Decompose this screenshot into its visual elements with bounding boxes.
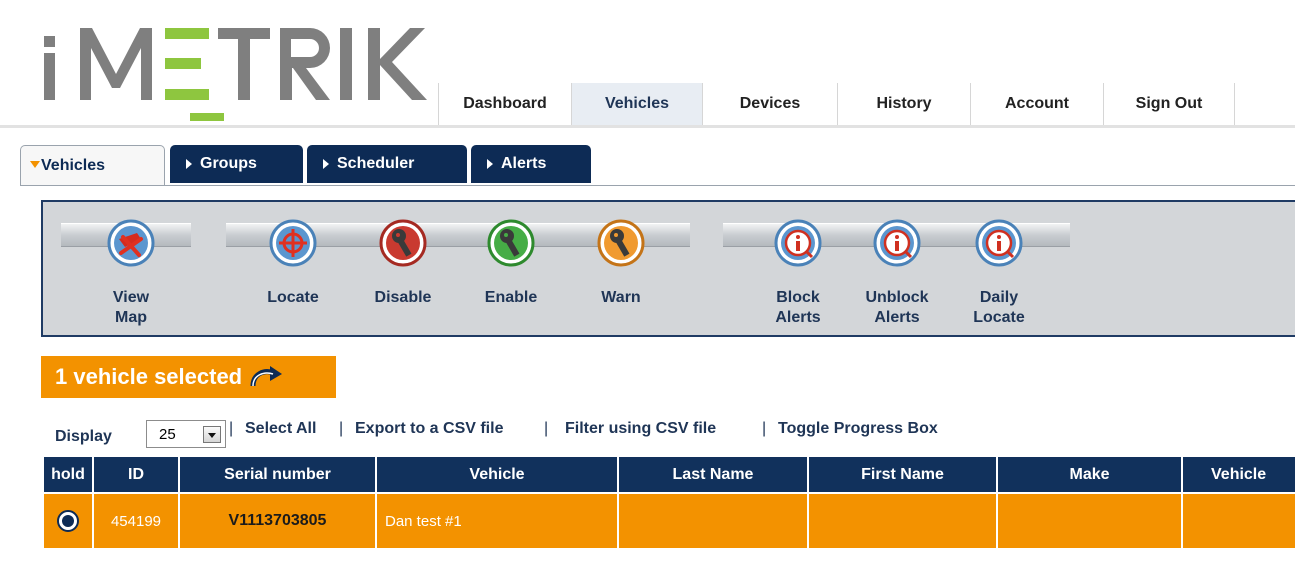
page-size-value: 25	[159, 426, 176, 443]
hold-cell[interactable]	[44, 494, 94, 548]
view-map-button[interactable]: View Map	[81, 202, 181, 339]
last-name-cell	[619, 494, 809, 548]
subtab-divider	[20, 185, 1295, 186]
unblock-alerts-label-line2: Alerts	[874, 309, 920, 326]
subtab-scheduler[interactable]: Scheduler	[307, 145, 467, 183]
view-map-label-line2: Map	[115, 309, 147, 326]
subtab-vehicles-label: Vehicles	[41, 157, 106, 174]
locate-label-line1: Locate	[267, 289, 319, 306]
disable-label-line1: Disable	[374, 289, 432, 306]
crosshair-icon	[269, 219, 317, 267]
warn-label-line1: Warn	[601, 289, 641, 306]
table-header: hold ID Serial number Vehicle Last Name …	[44, 457, 1295, 492]
imetrik-logo	[44, 28, 427, 121]
serial-cell: V1113703805	[180, 494, 377, 548]
daily-locate-button[interactable]: Daily Locate	[965, 202, 1033, 339]
selection-count-text: 1 vehicle selected	[55, 364, 243, 389]
column-header-hold[interactable]: hold	[44, 457, 94, 492]
locate-label: Locate	[243, 288, 343, 308]
view-map-label: View Map	[81, 288, 181, 328]
selection-banner[interactable]: 1 vehicle selected	[41, 356, 336, 398]
view-map-icon	[107, 219, 155, 267]
vehicle-toolbar: View Map Locate Disable Enable Warn Bloc…	[41, 200, 1295, 337]
tab-sign-out[interactable]: Sign Out	[1103, 83, 1235, 125]
tab-dashboard[interactable]: Dashboard	[438, 83, 571, 125]
column-header-make[interactable]: Make	[998, 457, 1183, 492]
filter-csv-link[interactable]: Filter using CSV file	[565, 420, 716, 438]
tab-account[interactable]: Account	[970, 83, 1103, 125]
disable-label: Disable	[353, 288, 453, 308]
daily-locate-label-line1: Daily	[979, 289, 1019, 306]
chevron-down-icon	[30, 161, 40, 168]
subtab-alerts-label: Alerts	[501, 155, 547, 172]
info-alert-icon	[774, 219, 822, 267]
chevron-down-icon[interactable]	[203, 426, 221, 443]
separator: |	[762, 420, 767, 437]
vehicle-cell: Dan test #1	[377, 494, 619, 548]
enable-label: Enable	[461, 288, 561, 308]
display-label: Display	[55, 428, 112, 445]
hold-radio[interactable]	[57, 510, 79, 532]
enable-button[interactable]: Enable	[461, 202, 561, 339]
unblock-alerts-button[interactable]: Unblock Alerts	[847, 202, 947, 339]
enable-label-line1: Enable	[484, 289, 538, 306]
make-cell	[998, 494, 1183, 548]
block-alerts-label: Block Alerts	[748, 288, 848, 328]
block-alerts-label-line1: Block	[776, 289, 820, 306]
unblock-alerts-label-line1: Unblock	[865, 289, 929, 306]
first-name-cell	[809, 494, 998, 548]
header-divider	[0, 125, 1295, 128]
warn-label: Warn	[571, 288, 671, 308]
subtab-alerts[interactable]: Alerts	[471, 145, 591, 183]
chevron-right-icon	[186, 159, 192, 169]
select-all-link[interactable]: Select All	[245, 420, 316, 438]
separator: |	[229, 420, 234, 437]
locate-button[interactable]: Locate	[243, 202, 343, 339]
daily-locate-label: Daily Locate	[965, 288, 1033, 328]
column-header-last-name[interactable]: Last Name	[619, 457, 809, 492]
info-alert-icon	[975, 219, 1023, 267]
column-header-vehicle[interactable]: Vehicle	[377, 457, 619, 492]
key-green-icon	[487, 219, 535, 267]
page-size-select[interactable]: 25	[146, 420, 226, 448]
separator: |	[339, 420, 344, 437]
toggle-progress-link[interactable]: Toggle Progress Box	[778, 420, 938, 438]
column-header-serial[interactable]: Serial number	[180, 457, 377, 492]
subtab-scheduler-label: Scheduler	[337, 155, 415, 172]
warn-button[interactable]: Warn	[571, 202, 671, 339]
export-csv-link[interactable]: Export to a CSV file	[355, 420, 503, 438]
subtab-groups[interactable]: Groups	[170, 145, 303, 183]
info-alert-icon	[873, 219, 921, 267]
key-orange-icon	[597, 219, 645, 267]
tab-vehicles[interactable]: Vehicles	[571, 83, 702, 125]
disable-button[interactable]: Disable	[353, 202, 453, 339]
unblock-alerts-label: Unblock Alerts	[847, 288, 947, 328]
separator: |	[544, 420, 549, 437]
column-header-vehicle-2[interactable]: Vehicle	[1183, 457, 1295, 492]
block-alerts-button[interactable]: Block Alerts	[748, 202, 848, 339]
id-cell: 454199	[94, 494, 180, 548]
subtab-groups-label: Groups	[200, 155, 257, 172]
view-map-label-line1: View	[112, 289, 150, 306]
key-red-icon	[379, 219, 427, 267]
daily-locate-label-line2: Locate	[973, 309, 1025, 326]
column-header-first-name[interactable]: First Name	[809, 457, 998, 492]
vehicle-2-cell	[1183, 494, 1295, 548]
column-header-id[interactable]: ID	[94, 457, 180, 492]
subtab-vehicles[interactable]: Vehicles	[20, 145, 165, 186]
main-navigation: Dashboard Vehicles Devices History Accou…	[438, 83, 1235, 128]
table-row[interactable]: 454199 V1113703805 Dan test #1	[44, 494, 1295, 548]
chevron-right-icon	[487, 159, 493, 169]
curved-arrow-icon	[250, 366, 283, 387]
tab-history[interactable]: History	[837, 83, 970, 125]
block-alerts-label-line2: Alerts	[775, 309, 821, 326]
chevron-right-icon	[323, 159, 329, 169]
tab-devices[interactable]: Devices	[702, 83, 837, 125]
